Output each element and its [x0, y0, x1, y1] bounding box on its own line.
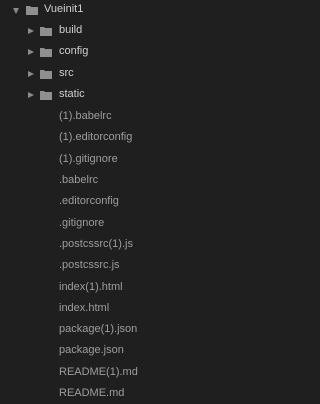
chevron-right-icon[interactable]: [28, 28, 34, 34]
file-label: (1).editorconfig: [59, 131, 133, 144]
tree-file-row[interactable]: (1).gitignore: [0, 149, 263, 170]
tree-folder-src[interactable]: src: [0, 64, 263, 85]
file-label: (1).babelrc: [59, 110, 112, 123]
file-label: .editorconfig: [59, 195, 119, 208]
folder-icon: [26, 6, 38, 15]
tree-root-row[interactable]: Vueinit1: [0, 0, 263, 21]
file-label: package.json: [59, 344, 124, 357]
tree-folder-build[interactable]: build: [0, 21, 263, 42]
file-tree: Vueinit1 build config src static (1).bab…: [0, 0, 263, 404]
root-folder-label: Vueinit1: [44, 3, 84, 15]
tree-file-row[interactable]: .editorconfig: [0, 191, 263, 212]
tree-file-row[interactable]: package.json: [0, 340, 263, 361]
tree-file-row[interactable]: package(1).json: [0, 319, 263, 340]
tree-file-row[interactable]: README(1).md: [0, 362, 263, 383]
tree-file-row[interactable]: (1).babelrc: [0, 106, 263, 127]
folder-icon: [40, 69, 52, 79]
tree-file-row[interactable]: README.md: [0, 383, 263, 404]
tree-file-row[interactable]: .babelrc: [0, 170, 263, 191]
file-label: README(1).md: [59, 365, 138, 378]
folder-icon: [40, 27, 52, 36]
folder-icon: [40, 48, 52, 58]
tree-file-row[interactable]: index.html: [0, 298, 263, 319]
folder-label: static: [59, 87, 85, 100]
tree-file-row[interactable]: index(1).html: [0, 277, 263, 298]
file-label: README.md: [59, 387, 125, 400]
file-label: index.html: [59, 301, 110, 314]
tree-file-row[interactable]: .postcssrc(1).js: [0, 234, 263, 255]
file-label: index(1).html: [59, 280, 123, 293]
tree-file-row[interactable]: (1).editorconfig: [0, 127, 263, 148]
file-label: (1).gitignore: [59, 152, 118, 165]
chevron-down-icon[interactable]: [13, 8, 19, 14]
tree-folder-static[interactable]: static: [0, 85, 263, 106]
folder-label: config: [59, 45, 89, 58]
folder-label: src: [59, 66, 74, 79]
file-label: .postcssrc.js: [59, 259, 120, 272]
folder-icon: [40, 90, 52, 100]
tree-file-row[interactable]: .postcssrc.js: [0, 255, 263, 276]
folder-label: build: [59, 24, 83, 36]
tree-folder-config[interactable]: config: [0, 42, 263, 63]
chevron-right-icon[interactable]: [28, 70, 34, 77]
chevron-right-icon[interactable]: [28, 91, 34, 98]
chevron-right-icon[interactable]: [28, 49, 34, 56]
file-label: package(1).json: [59, 323, 138, 336]
tree-file-row[interactable]: .gitignore: [0, 213, 263, 234]
file-label: .postcssrc(1).js: [59, 237, 133, 250]
file-label: .gitignore: [59, 216, 105, 229]
file-label: .babelrc: [59, 174, 99, 187]
